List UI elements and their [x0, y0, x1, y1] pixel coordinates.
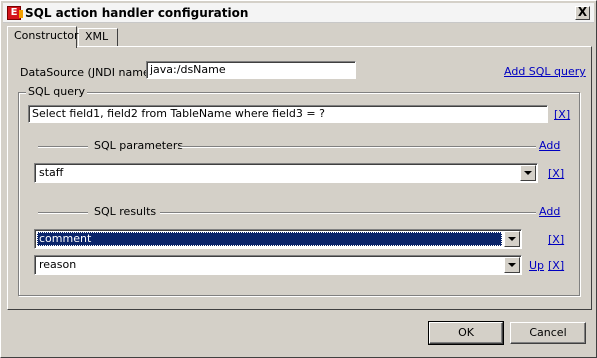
- result-select-comment[interactable]: comment: [34, 229, 522, 249]
- dialog-window: E SQL action handler configuration X Con…: [0, 0, 597, 358]
- close-button[interactable]: X: [575, 6, 590, 20]
- sql-results-label: SQL results: [94, 205, 157, 218]
- sql-parameters-label: SQL parameters: [94, 139, 184, 152]
- window-title: SQL action handler configuration: [25, 6, 249, 20]
- parameters-separator-right: [180, 146, 536, 148]
- parameters-separator-left: [38, 146, 88, 148]
- result-value: reason: [39, 258, 77, 271]
- remove-query-link[interactable]: [X]: [554, 108, 570, 121]
- parameter-value: staff: [39, 166, 64, 179]
- remove-parameter-link[interactable]: [X]: [548, 167, 564, 180]
- title-bar[interactable]: E SQL action handler configuration X: [3, 3, 594, 23]
- tab-xml[interactable]: XML: [78, 28, 118, 46]
- remove-result-link[interactable]: [X]: [548, 233, 564, 246]
- remove-result-link[interactable]: [X]: [548, 259, 564, 272]
- add-result-link[interactable]: Add: [539, 205, 560, 218]
- ok-button[interactable]: OK: [428, 321, 504, 345]
- cancel-button[interactable]: Cancel: [510, 322, 586, 344]
- results-separator-right: [160, 212, 536, 214]
- chevron-down-icon[interactable]: [520, 165, 536, 181]
- chevron-down-icon[interactable]: [504, 231, 520, 247]
- move-up-link[interactable]: Up: [529, 259, 544, 272]
- add-parameter-link[interactable]: Add: [539, 139, 560, 152]
- datasource-input[interactable]: java:/dsName: [146, 61, 356, 79]
- app-logo-icon: E: [7, 6, 23, 20]
- chevron-down-icon[interactable]: [504, 257, 520, 273]
- datasource-label: DataSource (JNDI name): [20, 66, 155, 79]
- tab-constructor[interactable]: Constructor: [7, 26, 79, 48]
- results-separator-left: [38, 212, 88, 214]
- result-value: comment: [37, 232, 502, 246]
- result-select-reason[interactable]: reason: [34, 255, 522, 275]
- parameter-select[interactable]: staff: [34, 163, 538, 183]
- sql-query-legend: SQL query: [26, 85, 88, 98]
- add-sql-query-link[interactable]: Add SQL query: [504, 65, 586, 78]
- sql-query-input[interactable]: Select field1, field2 from TableName whe…: [28, 105, 548, 123]
- constructor-panel: DataSource (JNDI name) java:/dsName Add …: [7, 46, 592, 310]
